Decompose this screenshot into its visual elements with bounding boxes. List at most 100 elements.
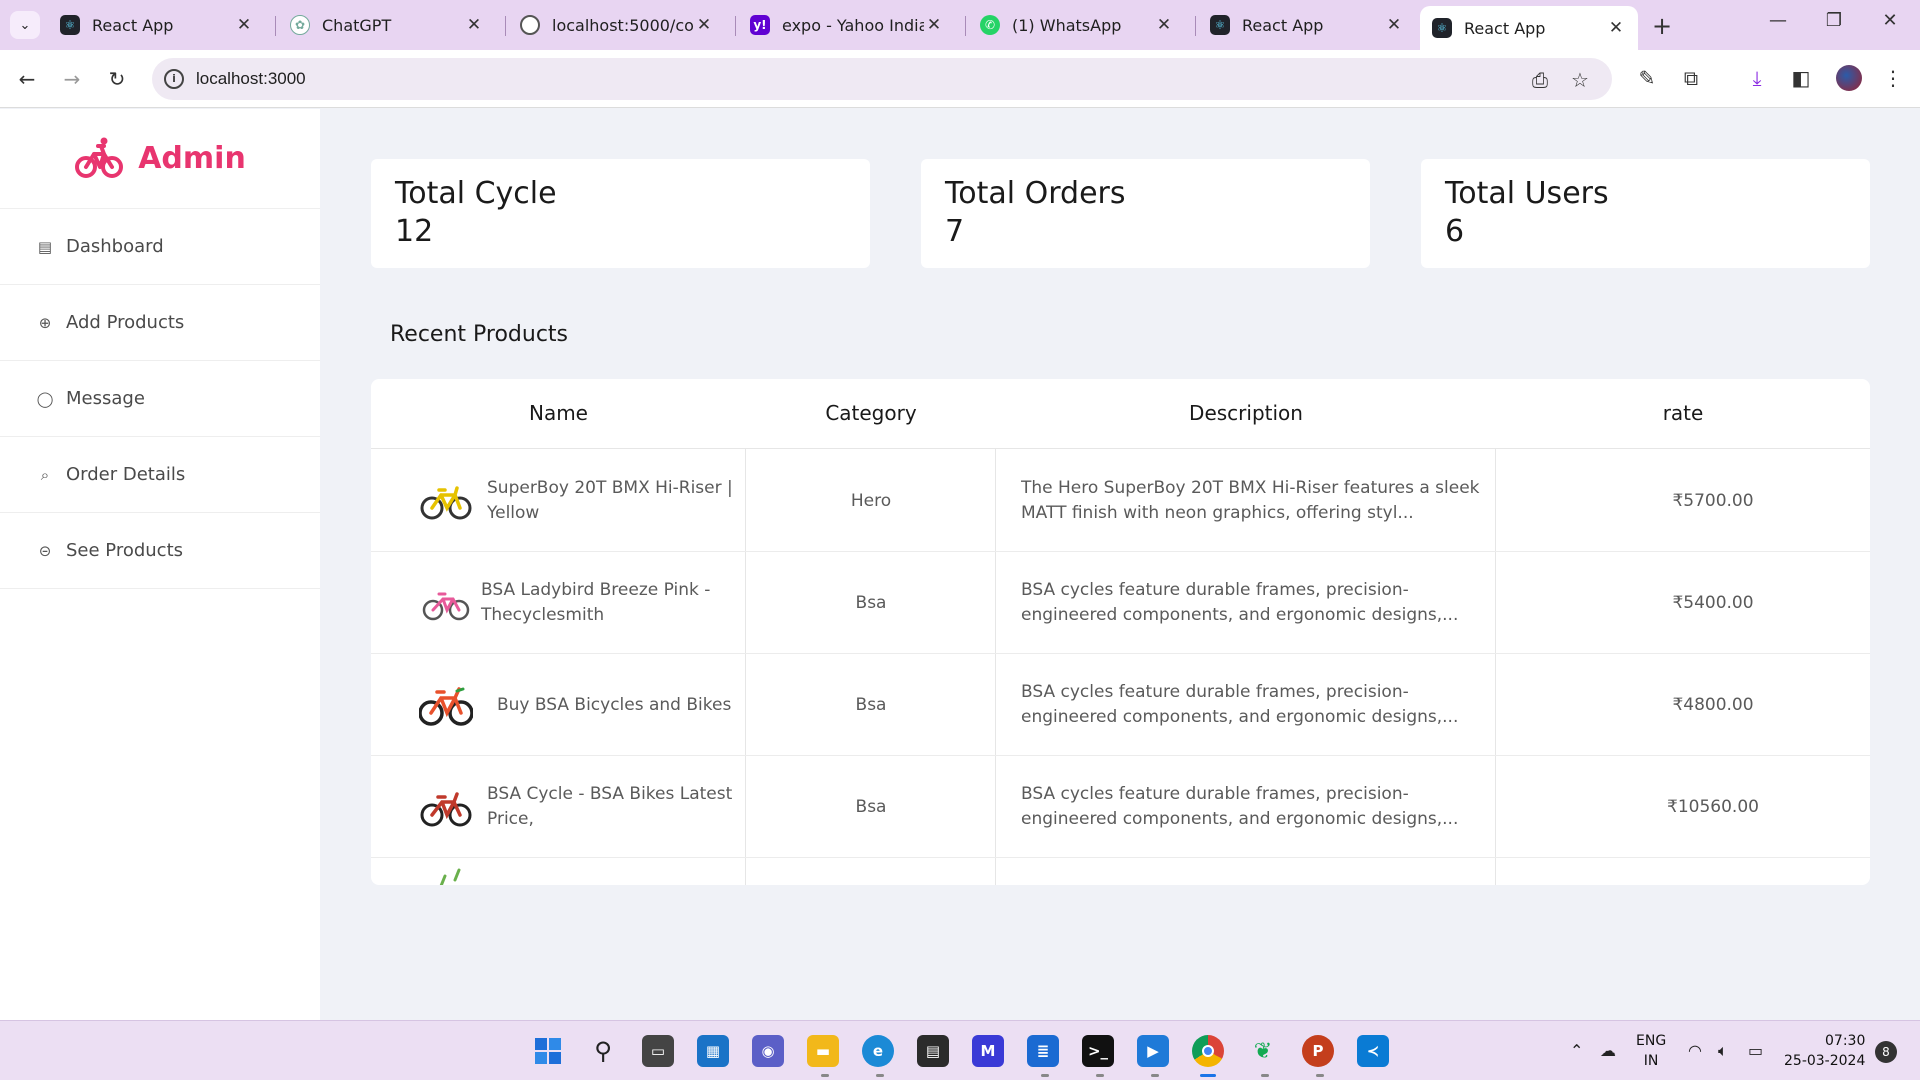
product-description-cell: The Hero SuperBoy 20T BMX Hi-Riser featu…	[1021, 450, 1481, 552]
region-code: IN	[1643, 1053, 1659, 1069]
tab-search-button[interactable]: ⌄	[10, 11, 40, 39]
sidebar-item-message[interactable]: ◯ Message	[0, 361, 320, 437]
sidebar-item-label: Dashboard	[66, 236, 164, 257]
sidebar-item-label: Order Details	[66, 464, 186, 485]
onedrive-icon[interactable]: ☁	[1600, 1041, 1616, 1060]
eyedropper-icon[interactable]: ✎	[1634, 66, 1660, 90]
download-icon[interactable]: ⤓	[1744, 66, 1770, 90]
stat-value: 7	[945, 214, 965, 249]
globe-icon	[520, 15, 540, 35]
table-row[interactable]: Buy BSA Bicycles and Bikes Bsa BSA cycle…	[371, 654, 1870, 756]
table-row[interactable]: BSA Ladybird Breeze Pink - Thecyclesmith…	[371, 552, 1870, 654]
close-tab-icon[interactable]: ✕	[1384, 15, 1404, 35]
stat-label: Total Cycle	[395, 176, 557, 211]
column-header-name[interactable]: Name	[371, 401, 746, 425]
column-header-rate[interactable]: rate	[1496, 401, 1870, 425]
system-clock[interactable]: 07:30 25-03-2024	[1784, 1031, 1865, 1071]
language-indicator[interactable]: ENG IN	[1636, 1031, 1666, 1071]
browser-tab[interactable]: ✿ ChatGPT ✕	[278, 6, 496, 44]
browser-tab[interactable]: ⚛ React App ✕	[48, 6, 266, 44]
close-tab-icon[interactable]: ✕	[234, 15, 254, 35]
extensions-icon[interactable]: ⧉	[1678, 66, 1704, 90]
sidebar-item-dashboard[interactable]: ▤ Dashboard	[0, 209, 320, 285]
powerpoint-icon[interactable]: P	[1302, 1035, 1334, 1067]
browser-tab[interactable]: ⚛ React App ✕	[1198, 6, 1416, 44]
close-tab-icon[interactable]: ✕	[694, 15, 714, 35]
product-name-cell: SuperBoy 20T BMX Hi-Riser | Yellow	[419, 450, 739, 552]
sidebar-item-order-details[interactable]: ⌕ Order Details	[0, 437, 320, 513]
product-name: Buy BSA Bicycles and Bikes	[497, 694, 732, 715]
vscode-icon[interactable]: ≺	[1357, 1035, 1389, 1067]
menu-kebab-icon[interactable]: ⋮	[1880, 66, 1906, 90]
site-info-icon[interactable]: i	[164, 69, 184, 89]
windows-start-icon[interactable]	[532, 1035, 564, 1067]
product-description: The Hero SuperBoy 20T BMX Hi-Riser featu…	[1021, 478, 1480, 523]
table-row-partial[interactable]	[371, 858, 1870, 885]
task-view-icon[interactable]: ▭	[642, 1035, 674, 1067]
column-header-description[interactable]: Description	[996, 401, 1496, 425]
browser-tab-active[interactable]: ⚛ React App ✕	[1420, 6, 1638, 50]
product-rate: ₹5700.00	[1672, 490, 1754, 511]
product-name: BSA Cycle - BSA Bikes Latest Price,	[487, 784, 733, 829]
widgets-icon[interactable]: ▦	[697, 1035, 729, 1067]
product-rate: ₹10560.00	[1667, 796, 1759, 817]
product-name-cell: Buy BSA Bicycles and Bikes	[419, 654, 739, 756]
install-app-icon[interactable]: ⎙	[1532, 68, 1548, 92]
table-row[interactable]: BSA Cycle - BSA Bikes Latest Price, Bsa …	[371, 756, 1870, 858]
stat-card-total-users: Total Users 6	[1421, 159, 1870, 268]
sidebar-item-label: Message	[66, 388, 145, 409]
close-tab-icon[interactable]: ✕	[464, 15, 484, 35]
search-icon[interactable]: ⚲	[587, 1035, 619, 1067]
powerautomate-icon[interactable]: M	[972, 1035, 1004, 1067]
close-tab-icon[interactable]: ✕	[1154, 15, 1174, 35]
sidebar-item-add-products[interactable]: ⊕ Add Products	[0, 285, 320, 361]
media-player-icon[interactable]: ▶	[1137, 1035, 1169, 1067]
product-rate: ₹4800.00	[1672, 694, 1754, 715]
sidebar-item-label: See Products	[66, 540, 184, 561]
product-name: SuperBoy 20T BMX Hi-Riser | Yellow	[487, 478, 733, 523]
running-indicator	[1151, 1074, 1159, 1077]
teams-chat-icon[interactable]: ◉	[752, 1035, 784, 1067]
brand: Admin	[0, 109, 320, 209]
product-description: BSA cycles feature durable frames, preci…	[1021, 784, 1459, 829]
side-panel-icon[interactable]: ◧	[1788, 66, 1814, 90]
browser-tab[interactable]: localhost:5000/corpo ✕	[508, 6, 726, 44]
close-window-icon[interactable]: ✕	[1870, 10, 1910, 31]
search-icon: ⌕	[40, 465, 50, 484]
column-header-category[interactable]: Category	[746, 401, 996, 425]
tab-separator	[275, 16, 276, 36]
table-row[interactable]: SuperBoy 20T BMX Hi-Riser | Yellow Hero …	[371, 450, 1870, 552]
sidebar-item-see-products[interactable]: ⊝ See Products	[0, 513, 320, 589]
minimize-icon[interactable]: —	[1758, 10, 1798, 31]
terminal-icon[interactable]: >_	[1082, 1035, 1114, 1067]
tab-separator	[965, 16, 966, 36]
chevron-up-icon[interactable]: ⌃	[1570, 1041, 1583, 1060]
back-icon[interactable]: ←	[12, 64, 42, 94]
chrome-icon[interactable]	[1192, 1035, 1224, 1067]
bookmark-star-icon[interactable]: ☆	[1571, 68, 1589, 92]
file-explorer-icon[interactable]: ▬	[807, 1035, 839, 1067]
sidebar: Admin ▤ Dashboard ⊕ Add Products ◯ Messa…	[0, 109, 320, 1020]
notepad-icon[interactable]: ≣	[1027, 1035, 1059, 1067]
new-tab-button[interactable]: +	[1652, 12, 1672, 40]
forward-icon[interactable]: →	[57, 64, 87, 94]
speaker-muted-icon[interactable]: 🔈︎	[1718, 1041, 1728, 1061]
profile-avatar[interactable]	[1836, 65, 1862, 91]
store-icon[interactable]: ▤	[917, 1035, 949, 1067]
mongodb-icon[interactable]: ❦	[1247, 1035, 1279, 1067]
wifi-icon[interactable]: ◠	[1688, 1041, 1702, 1060]
url-text[interactable]: localhost:3000	[196, 69, 306, 89]
notification-badge[interactable]: 8	[1875, 1041, 1897, 1063]
product-name-cell: BSA Cycle - BSA Bikes Latest Price,	[419, 756, 739, 858]
close-tab-icon[interactable]: ✕	[1606, 18, 1626, 38]
reload-icon[interactable]: ↻	[102, 64, 132, 94]
browser-toolbar: ← → ↻ i localhost:3000 ⎙ ☆ ✎ ⧉ ⤓ ◧ ⋮	[0, 50, 1920, 108]
address-bar[interactable]: i localhost:3000 ⎙ ☆	[152, 58, 1612, 100]
browser-tab[interactable]: ✆ (1) WhatsApp ✕	[968, 6, 1186, 44]
browser-tab[interactable]: y! expo - Yahoo India S ✕	[738, 6, 956, 44]
edge-icon[interactable]: e	[862, 1035, 894, 1067]
battery-icon[interactable]: ▭	[1748, 1041, 1763, 1060]
plus-circle-icon: ⊕	[38, 313, 52, 332]
restore-icon[interactable]: ❐	[1814, 10, 1854, 31]
close-tab-icon[interactable]: ✕	[924, 15, 944, 35]
